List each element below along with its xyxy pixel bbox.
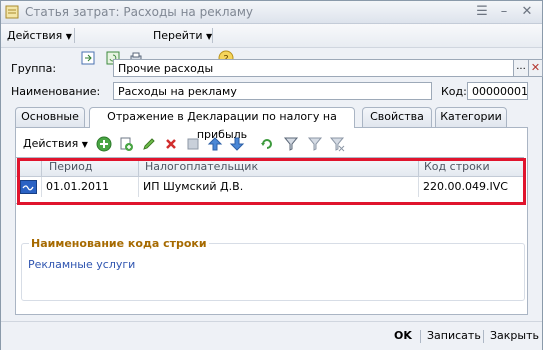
filter-settings-icon[interactable] xyxy=(283,136,299,152)
column-divider xyxy=(418,158,419,176)
column-header-taxpayer[interactable]: Налогоплательщик xyxy=(145,160,258,173)
main-toolbar: Действия ▼ Перейти ▼ ? xyxy=(1,24,542,66)
separator xyxy=(483,330,484,343)
add-icon[interactable] xyxy=(96,136,112,152)
line-code-name-group xyxy=(21,243,525,301)
group-label: Группа: xyxy=(11,62,57,75)
inner-actions-label: Действия xyxy=(23,137,79,150)
window-title: Статья затрат: Расходы на рекламу xyxy=(25,5,254,19)
save-button[interactable]: Записать xyxy=(427,329,481,342)
cell-code: 220.00.049.IVC xyxy=(423,180,508,193)
name-value: Расходы на рекламу xyxy=(118,85,237,98)
name-field[interactable]: Расходы на рекламу xyxy=(113,82,432,100)
filter-icon[interactable] xyxy=(307,136,323,152)
cell-divider xyxy=(138,177,139,197)
minimize-icon[interactable]: – xyxy=(496,4,512,20)
inner-actions-menu[interactable]: Действия ▼ xyxy=(23,135,88,152)
row-marker-icon xyxy=(20,180,37,194)
tab-label: Свойства xyxy=(370,110,424,123)
title-bar: Статья затрат: Расходы на рекламу ☰ – ✕ xyxy=(1,1,542,24)
select-button[interactable]: ... xyxy=(513,60,528,76)
table-row[interactable]: 01.01.2011 ИП Шумский Д.В. 220.00.049.IV… xyxy=(16,177,523,197)
code-label: Код: xyxy=(441,85,467,98)
copy-icon[interactable] xyxy=(118,136,134,152)
name-label: Наименование: xyxy=(11,85,101,98)
table-header: Период Налогоплательщик Код строки xyxy=(16,158,523,177)
column-header-period[interactable]: Период xyxy=(49,160,93,173)
column-divider xyxy=(41,158,42,176)
window: Статья затрат: Расходы на рекламу ☰ – ✕ … xyxy=(0,0,543,350)
refresh-list-icon[interactable] xyxy=(259,136,275,152)
tab-declaration[interactable]: Отражение в Декларации по налогу на приб… xyxy=(89,107,355,141)
clear-icon[interactable]: ✕ xyxy=(528,59,543,77)
actions-menu[interactable]: Действия ▼ xyxy=(7,27,72,44)
tab-main[interactable]: Основные xyxy=(15,107,85,127)
cell-divider xyxy=(41,177,42,197)
column-header-code[interactable]: Код строки xyxy=(424,160,490,173)
tab-properties[interactable]: Свойства xyxy=(362,107,432,127)
delete-icon[interactable] xyxy=(163,136,179,152)
menu-icon[interactable]: ☰ xyxy=(474,4,490,20)
go-label: Перейти xyxy=(153,29,203,42)
code-value: 000000018 xyxy=(472,85,528,98)
cell-divider xyxy=(418,177,419,197)
go-menu[interactable]: Перейти ▼ xyxy=(153,27,212,44)
code-field[interactable]: 000000018 xyxy=(467,82,528,100)
separator xyxy=(420,330,421,343)
ok-button[interactable]: OK xyxy=(394,329,412,342)
close-icon[interactable]: ✕ xyxy=(519,4,535,20)
bottom-bar: OK Записать Закрыть xyxy=(1,321,542,350)
dropdown-arrow-icon: ▼ xyxy=(81,140,88,149)
data-table: Период Налогоплательщик Код строки 01.01… xyxy=(15,157,524,204)
edit-icon[interactable] xyxy=(141,136,157,152)
actions-label: Действия xyxy=(7,29,63,42)
go-to-list-icon[interactable] xyxy=(80,50,96,66)
tab-label: Категории xyxy=(440,110,502,123)
filter-off-icon[interactable] xyxy=(329,136,345,152)
group-value: Прочие расходы xyxy=(118,62,214,75)
catalog-icon xyxy=(5,5,19,19)
line-code-name-value: Рекламные услуги xyxy=(28,258,136,271)
cell-period: 01.01.2011 xyxy=(46,180,109,193)
group-title: Наименование кода строки xyxy=(29,237,209,250)
column-divider xyxy=(138,158,139,176)
cell-taxpayer: ИП Шумский Д.В. xyxy=(143,180,244,193)
group-field[interactable]: Прочие расходы ... xyxy=(113,59,529,77)
separator xyxy=(212,28,213,43)
close-button[interactable]: Закрыть xyxy=(490,329,539,342)
tab-label: Основные xyxy=(21,110,79,123)
dropdown-arrow-icon: ▼ xyxy=(65,32,72,41)
tab-categories[interactable]: Категории xyxy=(435,107,507,127)
separator xyxy=(74,28,75,43)
